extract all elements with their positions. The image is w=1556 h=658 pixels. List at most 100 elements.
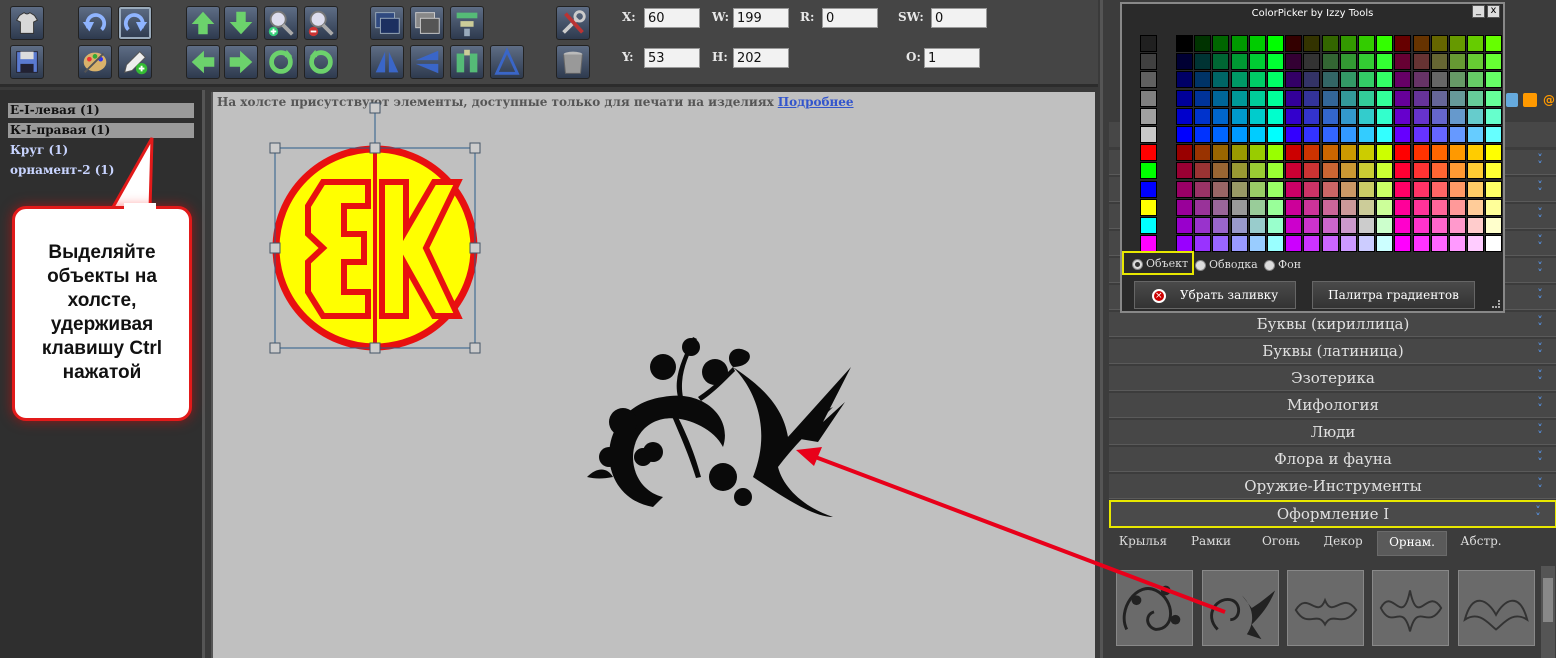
more-info-link[interactable]: Подробнее bbox=[778, 95, 854, 109]
color-swatch[interactable] bbox=[1430, 71, 1448, 89]
color-swatch[interactable] bbox=[1303, 217, 1321, 234]
color-swatch[interactable] bbox=[1212, 71, 1230, 89]
color-swatch[interactable] bbox=[1321, 126, 1339, 143]
color-swatch[interactable] bbox=[1430, 35, 1448, 52]
odnoklassniki-icon[interactable] bbox=[1523, 93, 1537, 107]
close-button[interactable]: x bbox=[1487, 5, 1500, 18]
color-swatch[interactable] bbox=[1430, 235, 1448, 253]
color-swatch[interactable] bbox=[1212, 217, 1230, 234]
color-swatch[interactable] bbox=[1449, 107, 1466, 125]
scrollbar-thumb[interactable] bbox=[1543, 578, 1553, 622]
color-swatch[interactable] bbox=[1303, 198, 1321, 216]
tools-icon[interactable] bbox=[556, 6, 590, 40]
color-swatch[interactable] bbox=[1449, 71, 1466, 89]
color-swatch[interactable] bbox=[1412, 53, 1430, 71]
color-swatch[interactable] bbox=[1285, 217, 1303, 234]
color-swatch[interactable] bbox=[1285, 126, 1303, 143]
color-swatch[interactable] bbox=[1467, 107, 1485, 125]
share-icon[interactable] bbox=[1506, 93, 1518, 107]
move-up-icon[interactable] bbox=[186, 6, 220, 40]
color-swatch[interactable] bbox=[1339, 107, 1357, 125]
color-swatch[interactable] bbox=[1449, 144, 1466, 162]
color-swatch[interactable] bbox=[1430, 217, 1448, 234]
color-swatch[interactable] bbox=[1285, 35, 1303, 52]
color-swatch[interactable] bbox=[1467, 162, 1485, 180]
gradient-palette-button[interactable]: Палитра градиентов bbox=[1312, 281, 1475, 309]
color-swatch[interactable] bbox=[1449, 217, 1466, 234]
color-swatch[interactable] bbox=[1485, 35, 1503, 52]
color-swatch[interactable] bbox=[1267, 53, 1284, 71]
color-swatch[interactable] bbox=[1376, 126, 1394, 143]
color-swatch[interactable] bbox=[1285, 89, 1303, 107]
color-swatch[interactable] bbox=[1358, 235, 1375, 253]
trash-icon[interactable] bbox=[556, 45, 590, 79]
tshirt-icon[interactable] bbox=[10, 6, 44, 40]
color-swatch[interactable] bbox=[1285, 235, 1303, 253]
align-center-icon[interactable] bbox=[450, 6, 484, 40]
color-swatch[interactable] bbox=[1267, 89, 1284, 107]
layer-item[interactable]: Круг (1) bbox=[8, 143, 194, 158]
color-swatch[interactable] bbox=[1358, 35, 1375, 52]
color-swatch[interactable] bbox=[1339, 53, 1357, 71]
y-field[interactable]: 53 bbox=[644, 48, 700, 68]
color-swatch[interactable] bbox=[1285, 107, 1303, 125]
color-swatch[interactable] bbox=[1430, 144, 1448, 162]
color-swatch[interactable] bbox=[1376, 235, 1394, 253]
color-swatch[interactable] bbox=[1230, 71, 1248, 89]
layer-item[interactable]: орнамент-2 (1) bbox=[8, 163, 194, 178]
color-swatch[interactable] bbox=[1321, 162, 1339, 180]
color-swatch[interactable] bbox=[1267, 198, 1284, 216]
color-swatch[interactable] bbox=[1176, 180, 1193, 198]
color-swatch[interactable] bbox=[1285, 71, 1303, 89]
color-swatch[interactable] bbox=[1248, 89, 1266, 107]
color-swatch[interactable] bbox=[1394, 162, 1412, 180]
edit-add-icon[interactable] bbox=[118, 45, 152, 79]
color-swatch[interactable] bbox=[1321, 107, 1339, 125]
color-swatch[interactable] bbox=[1485, 89, 1503, 107]
color-swatch[interactable] bbox=[1321, 198, 1339, 216]
color-swatch[interactable] bbox=[1412, 107, 1430, 125]
color-swatch[interactable] bbox=[1303, 144, 1321, 162]
ornament-thumb[interactable] bbox=[1287, 570, 1364, 646]
subtab-ornaments[interactable]: Орнам. bbox=[1377, 531, 1447, 556]
color-swatch[interactable] bbox=[1212, 107, 1230, 125]
color-swatch[interactable] bbox=[1412, 235, 1430, 253]
color-swatch[interactable] bbox=[1248, 107, 1266, 125]
color-swatch[interactable] bbox=[1248, 235, 1266, 253]
move-left-icon[interactable] bbox=[186, 45, 220, 79]
color-swatch[interactable] bbox=[1412, 126, 1430, 143]
color-swatch[interactable] bbox=[1140, 89, 1157, 107]
color-swatch[interactable] bbox=[1449, 126, 1466, 143]
color-swatch[interactable] bbox=[1176, 107, 1193, 125]
color-swatch[interactable] bbox=[1212, 126, 1230, 143]
color-swatch[interactable] bbox=[1248, 180, 1266, 198]
color-swatch[interactable] bbox=[1230, 35, 1248, 52]
color-swatch[interactable] bbox=[1230, 162, 1248, 180]
color-swatch[interactable] bbox=[1467, 89, 1485, 107]
color-swatch[interactable] bbox=[1212, 35, 1230, 52]
color-swatch[interactable] bbox=[1176, 162, 1193, 180]
color-swatch[interactable] bbox=[1140, 71, 1157, 89]
color-swatch[interactable] bbox=[1230, 53, 1248, 71]
color-swatch[interactable] bbox=[1285, 180, 1303, 198]
color-swatch[interactable] bbox=[1194, 126, 1212, 143]
color-swatch[interactable] bbox=[1467, 217, 1485, 234]
radio-object[interactable]: Объект bbox=[1122, 251, 1194, 275]
layer-item[interactable]: К-I-правая (1) bbox=[8, 123, 194, 138]
x-field[interactable]: 60 bbox=[644, 8, 700, 28]
category-mythology[interactable]: Мифология ˅ ˅ bbox=[1109, 393, 1556, 418]
color-swatch[interactable] bbox=[1339, 144, 1357, 162]
color-swatch[interactable] bbox=[1140, 180, 1157, 198]
color-swatch[interactable] bbox=[1339, 89, 1357, 107]
color-swatch[interactable] bbox=[1449, 180, 1466, 198]
color-swatch[interactable] bbox=[1430, 198, 1448, 216]
color-swatch[interactable] bbox=[1267, 217, 1284, 234]
color-swatch[interactable] bbox=[1248, 162, 1266, 180]
subtab-frames[interactable]: Рамки bbox=[1181, 531, 1241, 556]
color-swatch[interactable] bbox=[1212, 180, 1230, 198]
color-swatch[interactable] bbox=[1303, 71, 1321, 89]
color-swatch[interactable] bbox=[1321, 53, 1339, 71]
color-swatch[interactable] bbox=[1140, 162, 1157, 180]
color-swatch[interactable] bbox=[1303, 53, 1321, 71]
color-swatch[interactable] bbox=[1140, 126, 1157, 143]
